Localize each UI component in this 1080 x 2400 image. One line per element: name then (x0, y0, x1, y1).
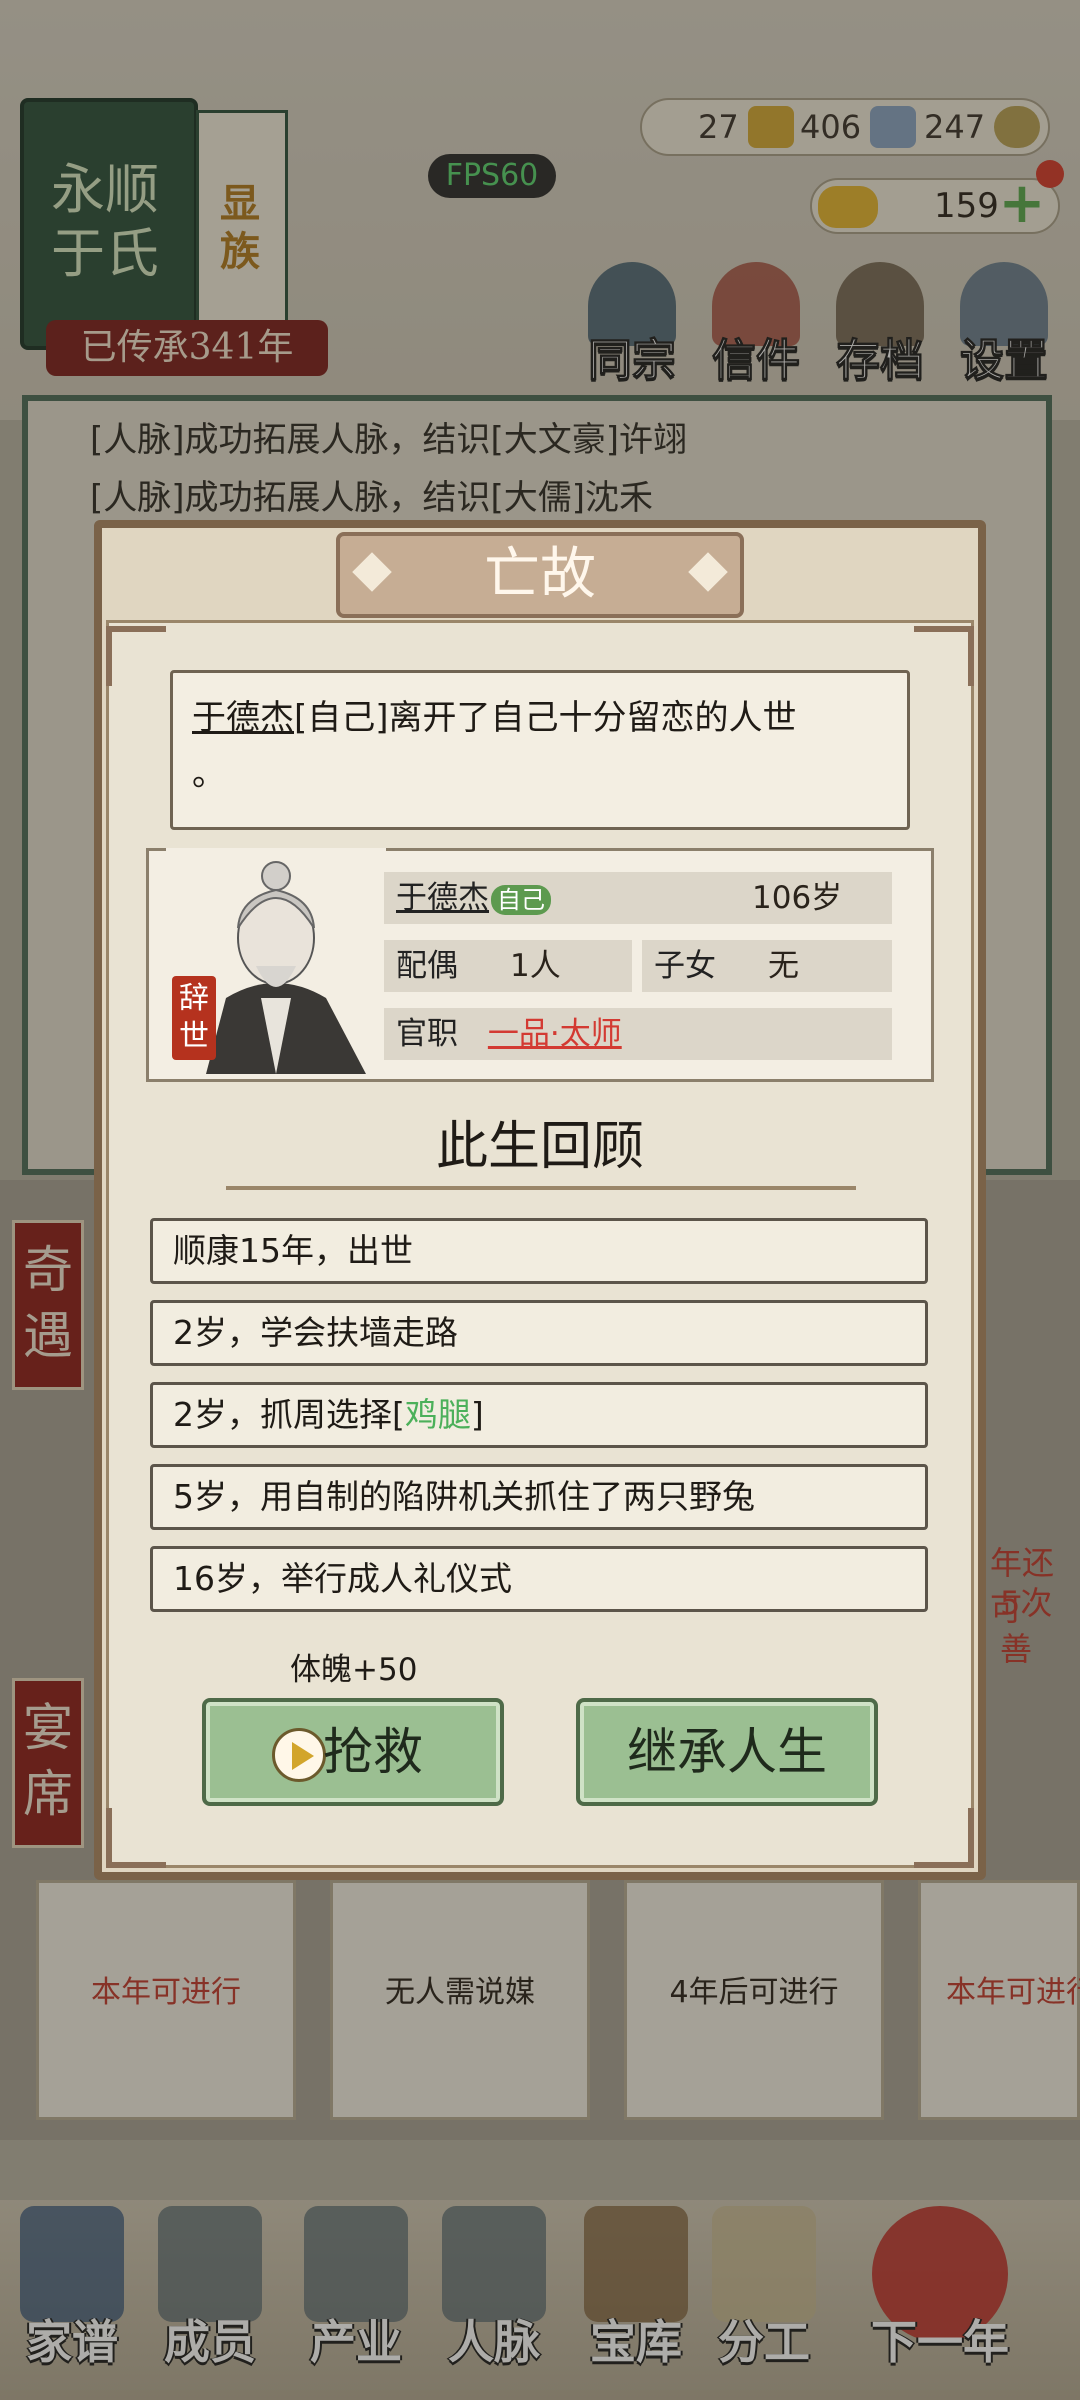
deceased-name-link[interactable]: 于德杰 (192, 698, 294, 738)
deceased-seal: 辞世 (172, 976, 216, 1060)
office-row: 官职 一品·太师 (384, 1008, 892, 1060)
rescue-button[interactable]: 抢救 (202, 1698, 504, 1806)
life-event: 顺康15年，出世 (150, 1218, 928, 1284)
inherit-life-button[interactable]: 继承人生 (576, 1698, 878, 1806)
person-age: 106岁 (752, 880, 843, 916)
life-event: 16岁，举行成人礼仪式 (150, 1546, 928, 1612)
corner-ornament (106, 1808, 166, 1868)
self-badge: 自己 (491, 884, 551, 915)
list-fade (150, 1612, 930, 1668)
life-event: 2岁，抓周选择[鸡腿] (150, 1382, 928, 1448)
life-event: 5岁，用自制的陷阱机关抓住了两只野兔 (150, 1464, 928, 1530)
life-review-title: 此生回顾 (435, 1117, 644, 1177)
children-count: 无 (768, 948, 799, 984)
spouse-row: 配偶 (384, 940, 632, 992)
decorative-divider (226, 1186, 856, 1190)
corner-ornament (914, 626, 974, 686)
corner-ornament (914, 1808, 974, 1868)
children-row: 子女 (642, 940, 892, 992)
attribute-bonus: 体魄+50 (290, 1652, 418, 1688)
life-review-list[interactable]: 顺康15年，出世 2岁，学会扶墙走路 2岁，抓周选择[鸡腿] 5岁，用自制的陷阱… (150, 1218, 930, 1618)
dialog-title: 亡故 (484, 542, 596, 607)
office-link[interactable]: 一品·太师 (488, 1016, 622, 1052)
corner-ornament (106, 626, 166, 686)
death-message: 于德杰[自己]离开了自己十分留恋的人世。 (192, 698, 797, 794)
person-name[interactable]: 于德杰 (396, 880, 489, 916)
spouse-count: 1人 (510, 948, 561, 984)
life-event: 2岁，学会扶墙走路 (150, 1300, 928, 1366)
